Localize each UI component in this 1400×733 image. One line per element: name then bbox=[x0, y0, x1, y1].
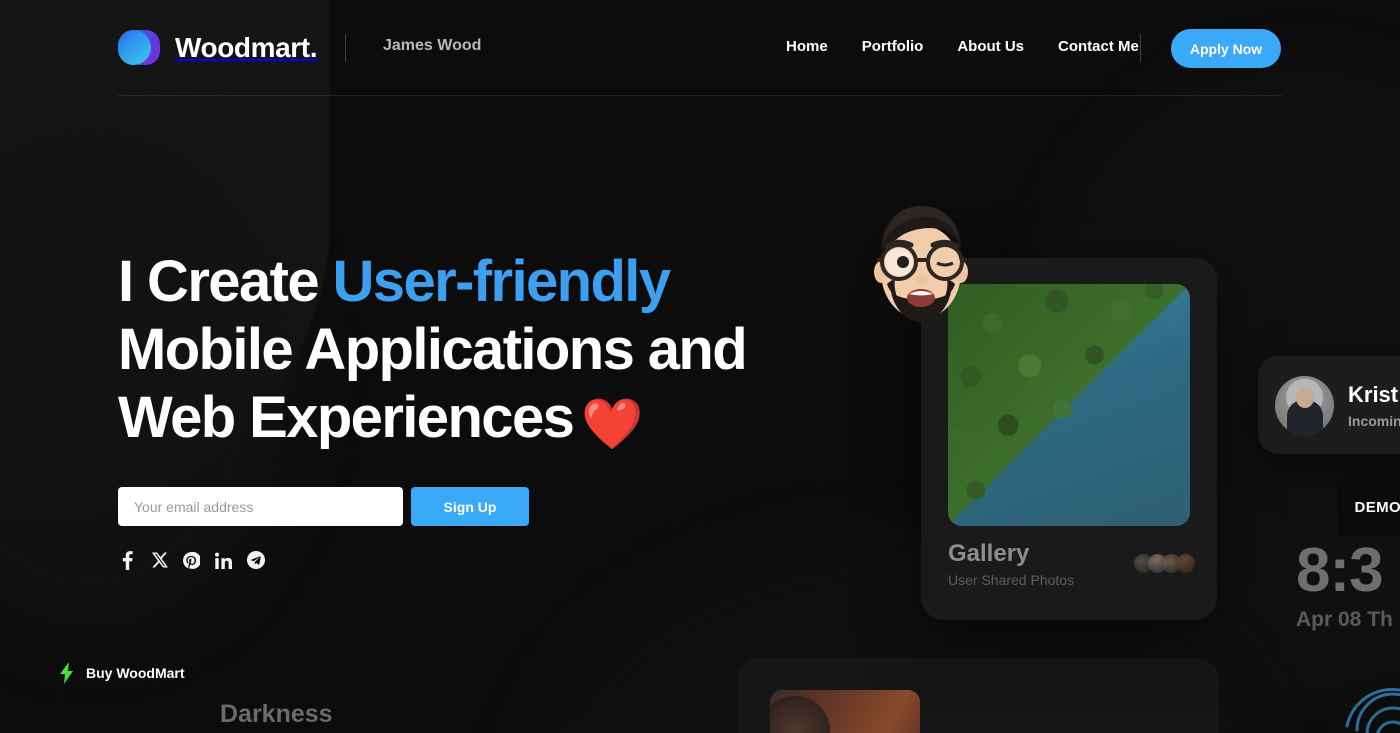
apply-now-button[interactable]: Apply Now bbox=[1171, 29, 1281, 68]
headline-line-1-accent: User-friendly bbox=[332, 249, 672, 314]
gallery-avatar-stack bbox=[1134, 554, 1195, 573]
nav-item-portfolio[interactable]: Portfolio bbox=[845, 38, 941, 55]
music-card-title: Darkness bbox=[220, 700, 333, 728]
caller-avatar bbox=[1275, 375, 1334, 435]
brand-name: Woodmart. bbox=[175, 32, 318, 63]
newsletter-signup-form: Sign Up bbox=[118, 487, 529, 526]
social-links bbox=[118, 550, 265, 570]
author-name: James Wood bbox=[383, 37, 482, 54]
email-input[interactable] bbox=[118, 487, 403, 526]
linkedin-icon[interactable] bbox=[214, 550, 233, 570]
nav-item-about-us[interactable]: About Us bbox=[940, 38, 1041, 55]
lockscreen-clock: 8:3 Apr 08 Th bbox=[1296, 540, 1393, 632]
brand-logo-link[interactable]: Woodmart. bbox=[118, 28, 318, 68]
album-art bbox=[770, 690, 920, 733]
buy-woodmart-label: Buy WoodMart bbox=[86, 665, 185, 681]
music-card[interactable] bbox=[737, 658, 1219, 733]
demos-badge[interactable]: DEMOS bbox=[1337, 478, 1400, 536]
main-nav: Home Portfolio About Us Contact Me bbox=[786, 38, 1156, 55]
nav-divider bbox=[1140, 34, 1141, 62]
heart-emoji-icon: ❤️ bbox=[581, 396, 643, 452]
clock-date: Apr 08 Th bbox=[1296, 608, 1393, 631]
nav-item-home[interactable]: Home bbox=[786, 38, 845, 55]
avatar bbox=[1176, 554, 1195, 573]
gallery-card-title: Gallery bbox=[948, 540, 1030, 567]
page-title: I Create User-friendly Mobile Applicatio… bbox=[118, 248, 878, 458]
headline-line-3: Web Experiences bbox=[118, 385, 575, 450]
hero-section: I Create User-friendly Mobile Applicatio… bbox=[118, 248, 878, 458]
telegram-icon[interactable] bbox=[246, 550, 265, 570]
gallery-card-subtitle: User Shared Photos bbox=[948, 572, 1075, 588]
nav-item-contact-me[interactable]: Contact Me bbox=[1041, 38, 1156, 55]
brand-divider bbox=[345, 34, 346, 62]
header-bottom-divider bbox=[118, 95, 1282, 96]
site-header: Woodmart. James Wood Home Portfolio Abou… bbox=[0, 0, 1400, 96]
fingerprint-icon bbox=[1345, 688, 1400, 733]
x-twitter-icon[interactable] bbox=[150, 550, 169, 570]
demos-badge-label: DEMOS bbox=[1354, 498, 1400, 516]
pinterest-icon[interactable] bbox=[182, 550, 201, 570]
facebook-icon[interactable] bbox=[118, 550, 137, 570]
headline-line-2: Mobile Applications and bbox=[118, 317, 748, 382]
incoming-call-card[interactable]: Krist Incomin bbox=[1258, 356, 1400, 454]
sign-up-button[interactable]: Sign Up bbox=[411, 487, 529, 526]
green-bolt-icon bbox=[60, 662, 73, 684]
call-status: Incomin bbox=[1348, 412, 1400, 429]
buy-woodmart-badge[interactable]: Buy WoodMart bbox=[58, 662, 185, 684]
caller-name: Krist bbox=[1348, 381, 1399, 407]
woodmart-logo-icon bbox=[118, 28, 162, 68]
headline-line-1-plain: I Create bbox=[118, 249, 333, 314]
clock-time: 8:3 bbox=[1296, 536, 1384, 605]
page-root: Woodmart. James Wood Home Portfolio Abou… bbox=[0, 0, 1400, 733]
